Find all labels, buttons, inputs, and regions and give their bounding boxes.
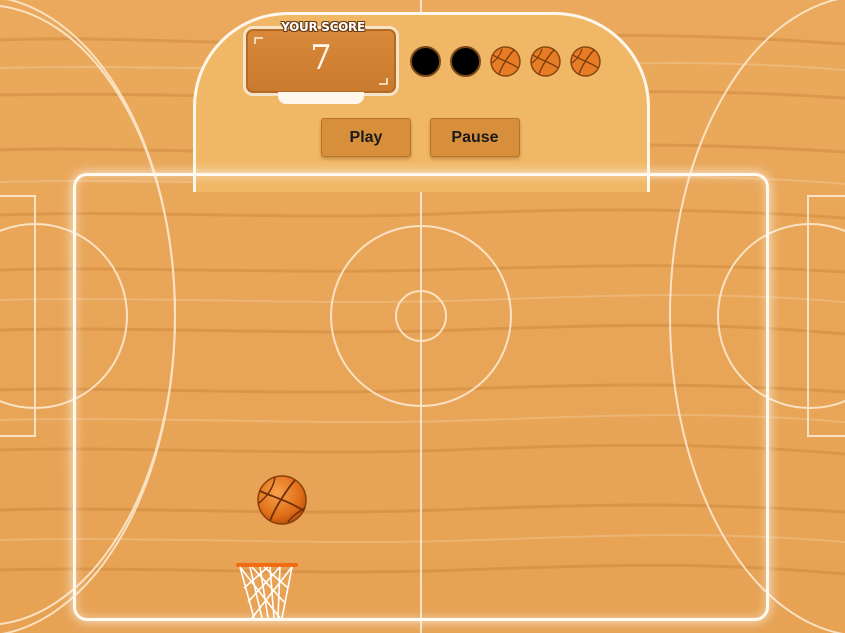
basketball-hoop-icon (236, 563, 298, 619)
life-used-dot (450, 46, 481, 77)
score-value: 7 (310, 38, 332, 78)
basketball-icon (257, 475, 307, 525)
basketball-icon (490, 46, 521, 77)
play-area[interactable] (73, 173, 769, 621)
score-label: YOUR SCORE (281, 20, 365, 34)
basketball-icon (570, 46, 601, 77)
pause-button[interactable]: Pause (430, 118, 520, 157)
play-button[interactable]: Play (321, 118, 411, 157)
life-used-dot (410, 46, 441, 77)
basketball-icon (530, 46, 561, 77)
score-tab (278, 92, 364, 104)
